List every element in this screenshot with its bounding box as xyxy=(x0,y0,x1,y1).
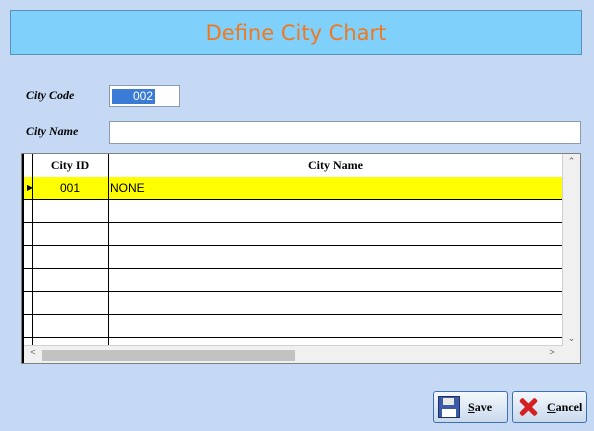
table-row-empty[interactable] xyxy=(24,246,563,269)
table-row-empty[interactable] xyxy=(24,292,563,315)
column-header-city-name[interactable]: City Name xyxy=(108,154,563,177)
cancel-label: Cancel xyxy=(547,399,583,414)
city-name-input[interactable] xyxy=(109,121,581,144)
vertical-scrollbar[interactable]: ⌃ ⌄ xyxy=(562,154,580,346)
row-selector-divider xyxy=(32,154,33,346)
scroll-left-icon[interactable]: < xyxy=(27,347,39,357)
grid-header: City ID City Name xyxy=(24,154,563,178)
save-label: Save xyxy=(468,399,493,414)
scroll-right-icon[interactable]: > xyxy=(546,347,558,357)
table-row-empty[interactable] xyxy=(24,269,563,292)
table-row-empty[interactable] xyxy=(24,200,563,223)
city-code-label: City Code xyxy=(26,88,75,102)
scrollbar-corner xyxy=(563,346,580,363)
cell-city-name[interactable]: NONE xyxy=(110,177,563,199)
page-title: Define City Chart xyxy=(205,20,387,45)
title-banner: Define City Chart xyxy=(10,10,582,55)
table-row-empty[interactable] xyxy=(24,315,563,338)
city-grid[interactable]: City ID City Name ▶ 001 NONE ⌃ ⌄ < > xyxy=(21,153,581,364)
city-name-label: City Name xyxy=(26,124,79,138)
table-row-empty[interactable] xyxy=(24,223,563,246)
scroll-down-icon[interactable]: ⌄ xyxy=(563,333,580,344)
horizontal-scroll-thumb[interactable] xyxy=(42,350,295,361)
city-code-value: 002 xyxy=(112,89,155,104)
column-header-city-id[interactable]: City ID xyxy=(32,154,108,177)
column-divider xyxy=(108,154,109,346)
cancel-x-icon xyxy=(517,396,539,418)
cell-city-id[interactable]: 001 xyxy=(32,177,108,199)
table-row[interactable]: ▶ 001 NONE xyxy=(24,177,563,200)
cancel-button[interactable]: Cancel xyxy=(512,391,587,423)
horizontal-scrollbar[interactable]: < > xyxy=(24,345,563,363)
save-button[interactable]: Save xyxy=(433,391,508,423)
floppy-disk-icon xyxy=(438,396,460,418)
city-code-input[interactable]: 002 xyxy=(109,85,180,107)
scroll-up-icon[interactable]: ⌃ xyxy=(563,156,580,167)
